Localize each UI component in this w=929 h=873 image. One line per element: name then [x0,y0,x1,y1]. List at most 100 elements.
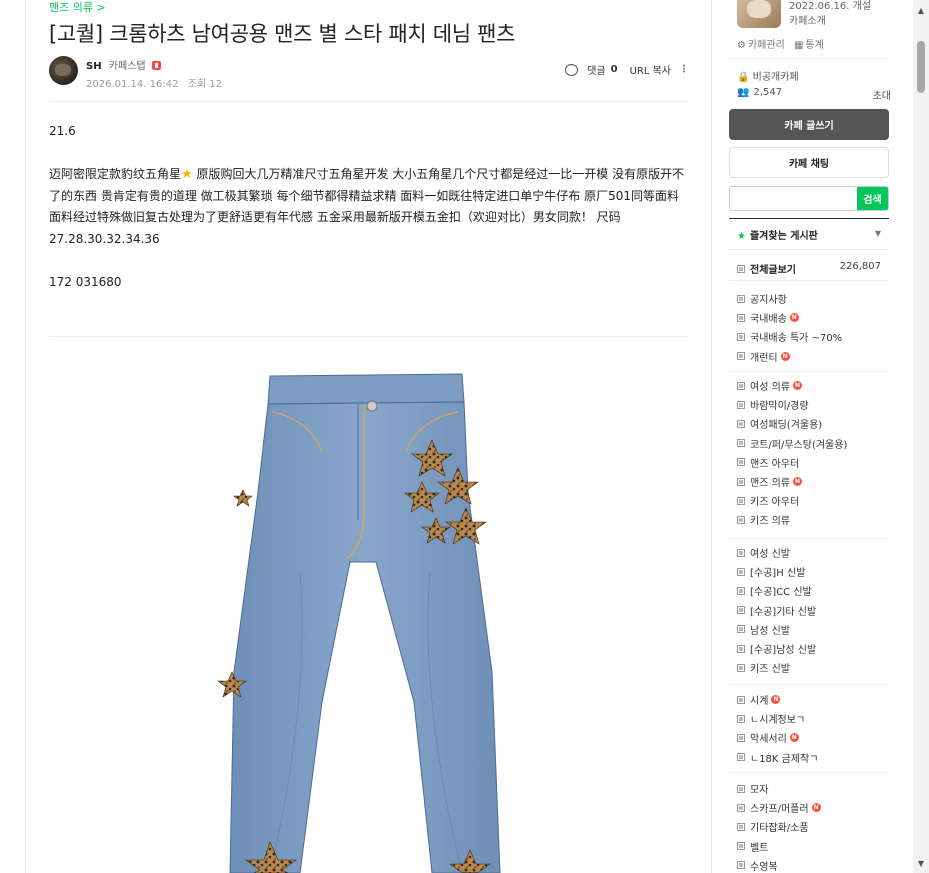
cafe-chat-button[interactable]: 카페 채팅 [729,147,889,178]
comment-label[interactable]: 댓글 [587,62,605,77]
board-item-label: ㄴ시계정보ㄱ [750,715,806,727]
breadcrumb[interactable]: 맨즈 의류 > [49,0,106,15]
search-input[interactable] [730,187,858,210]
board-item[interactable]: ㄴ시계정보ㄱ [737,709,889,728]
board-item[interactable]: 여성 신발 [737,543,889,562]
board-item-label: 악세서리 [750,734,787,746]
cafe-date: 2022.06.16. 개설 [789,1,872,12]
board-item-label: ㄴ18K 금제작ㄱ [750,753,819,765]
board-icon [737,822,745,831]
article-meta: 2026.01.14. 16:42 조회 12 [86,75,222,90]
board-item[interactable]: 모자 [737,779,889,798]
body-line-price: 21.6 [49,124,76,138]
board-item-label: [수공]H 신발 [750,568,806,580]
cafe-search: 검색 [729,186,889,211]
comment-count[interactable]: 0 [611,64,618,75]
board-item[interactable]: 수영복 [737,856,889,873]
board-item[interactable]: ㄴ18K 금제작ㄱ [737,748,889,767]
invite-link[interactable]: 초대 [873,87,891,102]
board-item[interactable]: 맨즈 아우터 [737,453,889,472]
board-item[interactable]: 개런티 N [737,347,889,366]
author-line: SH 카페스탭 [86,57,161,72]
board-item-label: 기타잡화/소품 [750,823,809,835]
board-group-divider [729,772,889,773]
board-item[interactable]: 악세서리 N [737,728,889,747]
board-icon [737,567,745,576]
board-item[interactable]: [수공]CC 신발 [737,581,889,600]
board-item[interactable]: 키즈 의류 [737,510,889,529]
board-icon [737,515,745,524]
divider [729,249,889,250]
board-icon [737,663,745,672]
board-item[interactable]: 키즈 신발 [737,658,889,677]
board-icon [737,381,745,390]
scrollbar-thumb[interactable] [917,41,925,93]
board-icon [737,784,745,793]
cafe-manage-link[interactable]: 카페관리 [748,40,785,51]
write-post-button[interactable]: 카페 글쓰기 [729,109,889,140]
board-icon [737,733,745,742]
board-item-label: [수공]남성 신발 [750,645,817,657]
star-emoji-icon: ★ [181,167,193,182]
chevron-down-icon[interactable]: ▼ [875,229,881,238]
cafe-intro-link[interactable]: 카페소개 [789,12,826,27]
board-item[interactable]: 공지사항 [737,289,889,308]
body-paragraph: 迈阿密限定款豹纹五角星★ 原版购回大几万精准尺寸五角星开发 大小五角星几个尺寸都… [49,164,694,250]
board-item[interactable]: 여성패딩(겨울용) [737,414,889,433]
board-item[interactable]: [수공]기타 신발 [737,601,889,620]
board-item-label: 맨즈 아우터 [750,458,800,470]
url-copy-button[interactable]: URL 복사 [630,62,671,77]
scrollbar[interactable]: ▲ ▼ [913,0,929,873]
body-text-a: 迈阿密限定款豹纹五角星 [49,167,182,181]
board-item[interactable]: 코트/퍼/무스탕(겨울용) [737,434,889,453]
favorite-boards-toggle[interactable]: ★ 즐겨찾는 게시판 [737,227,818,242]
more-menu-icon[interactable]: ⋮ [679,64,689,75]
board-icon [737,439,745,448]
triangle-up-icon[interactable]: ▲ [913,2,929,18]
private-cafe-text: 비공개카페 [752,72,799,83]
cafe-stats-link[interactable]: 통계 [805,40,823,51]
board-item[interactable]: [수공]H 신발 [737,562,889,581]
board-item-label: 벨트 [750,842,769,854]
board-icon [737,352,745,361]
board-item[interactable]: 국내배송 특가 ~70% [737,327,889,346]
chart-icon: ▦ [793,40,804,51]
product-image-jeans[interactable] [200,372,520,873]
all-posts-link[interactable]: 전체글보기 [737,261,796,276]
board-item[interactable]: 기타잡화/소품 [737,817,889,836]
board-item[interactable]: 여성 의류 N [737,376,889,395]
author-avatar[interactable] [49,56,78,85]
board-item[interactable]: [수공]남성 신발 [737,639,889,658]
board-item-label: 공지사항 [750,295,787,307]
board-item[interactable]: 국내배송 N [737,308,889,327]
speech-bubble-icon[interactable] [565,61,579,76]
body-divider [49,336,689,337]
cafe-thumbnail[interactable] [737,0,781,28]
people-icon: 👥 [737,87,750,98]
board-item[interactable]: 벨트 [737,837,889,856]
board-icon [737,477,745,486]
board-icon [737,586,745,595]
board-group: 모자 스카프/머플러 N 기타잡화/소품벨트수영복 [737,779,889,873]
board-item[interactable]: 남성 신발 [737,620,889,639]
member-count[interactable]: 👥 2,547 [737,87,782,98]
lock-icon: 🔒 [737,72,750,83]
triangle-down-icon[interactable]: ▼ [913,855,929,871]
main-content: 맨즈 의류 > [고퀄] 크롬하츠 남여공용 맨즈 별 스타 패치 데님 팬츠 … [0,0,712,873]
all-posts-label: 전체글보기 [750,265,796,276]
board-item[interactable]: 시계 N [737,690,889,709]
board-item-label: 키즈 신발 [750,664,790,676]
search-button[interactable]: 검색 [857,187,888,210]
article-views: 조회 12 [187,79,222,90]
new-badge: N [789,313,799,323]
board-group-divider [729,538,889,539]
author-name[interactable]: SH [86,61,102,72]
board-item[interactable]: 바람막이/경량 [737,395,889,414]
board-item[interactable]: 맨즈 의류 N [737,472,889,491]
board-item[interactable]: 스카프/머플러 N [737,798,889,817]
board-item-label: 개런티 [750,352,778,364]
new-badge: N [811,803,821,813]
board-group-divider [729,280,889,281]
board-item[interactable]: 키즈 아우터 [737,491,889,510]
new-badge: N [780,351,790,361]
